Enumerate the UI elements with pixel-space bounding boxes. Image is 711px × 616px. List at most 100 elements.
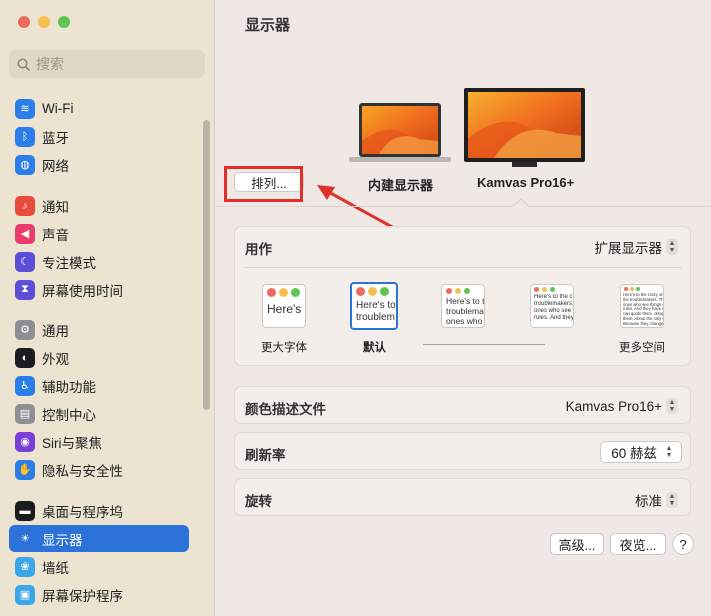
sidebar-item-label: 蓝牙 [42,130,69,146]
appearance-icon: ◐ [15,347,35,368]
use-as-card: 用作 扩展显示器 ▲ ▼ Here's 更大字体 Here's to troubl… [234,226,691,366]
dock-icon: ▬ [15,500,35,521]
sidebar-item-control-center[interactable]: ▤ 控制中心 [9,400,189,427]
sidebar-item-dock[interactable]: ▬ 桌面与程序坞 [9,497,189,524]
resolution-preview-text: Here's to the c troublemakers. ones who … [534,294,573,321]
sidebar-item-bluetooth[interactable]: ᛒ 蓝牙 [9,123,189,150]
sidebar-item-siri[interactable]: ◉ Siri与聚焦 [9,428,189,455]
sidebar-item-label: Wi-Fi [42,101,74,116]
sidebar-item-appearance[interactable]: ◐ 外观 [9,344,189,371]
search-icon [17,58,30,71]
bell-icon: ♪ [15,195,35,216]
sidebar-item-sun[interactable]: ☀ 显示器 [9,525,189,552]
resolution-option-3[interactable]: Here's to t troublemak ones who [441,284,485,328]
sidebar-item-globe[interactable]: ◍ 网络 [9,151,189,178]
main-panel: 显示器 内建显示器 Kamvas Pro16+ 排列... 用作 扩展显示器 ▲… [216,0,711,616]
external-display-label: Kamvas Pro16+ [477,175,575,190]
speaker-icon: ◀ [15,223,35,244]
resolution-track [423,344,545,345]
chevron-updown-icon: ▲ ▼ [666,492,678,508]
accessibility-icon: ♿ [15,375,35,396]
color-profile-popup[interactable]: Kamvas Pro16+ ▲ ▼ [566,398,678,414]
section-divider [216,206,711,207]
advanced-button[interactable]: 高级... [550,533,604,555]
chevron-updown-icon: ▲ ▼ [666,398,678,414]
help-button[interactable]: ? [672,533,694,555]
search-input[interactable]: 搜索 [9,50,205,78]
selected-display-pointer [512,198,530,208]
resolution-option-larger-text[interactable]: Here's [262,284,306,328]
sidebar-scrollbar[interactable] [203,120,210,410]
sidebar-item-label: 屏幕使用时间 [42,283,123,299]
hand-icon: ✋ [15,459,35,480]
chevron-updown-icon: ▲ ▼ [666,239,678,255]
color-profile-row: 颜色描述文件 Kamvas Pro16+ ▲ ▼ [234,386,691,424]
annotation-highlight-box [224,166,303,202]
screensaver-icon: ▣ [15,584,35,605]
sidebar-item-hourglass[interactable]: ⧗ 屏幕使用时间 [9,276,189,303]
sidebar-item-speaker[interactable]: ◀ 声音 [9,220,189,247]
rotation-label: 旋转 [245,494,272,509]
sidebar-item-label: 屏幕保护程序 [42,588,123,604]
globe-icon: ◍ [15,154,35,175]
resolution-option-more-space[interactable]: Here's to the crazy ones the troublemake… [620,284,664,328]
sidebar-item-label: 桌面与程序坞 [42,504,123,520]
sidebar-item-label: 专注模式 [42,255,96,271]
hourglass-icon: ⧗ [15,279,35,300]
sun-icon: ☀ [20,533,30,545]
card-inner-divider [243,267,682,268]
resolution-label-more-space: 更多空间 [619,342,665,354]
moon-icon: ☾ [15,251,35,272]
resolution-preview-text: Here's [267,303,302,316]
color-profile-label: 颜色描述文件 [245,402,326,417]
refresh-rate-popup[interactable]: 60 赫兹 ▲ ▼ [600,441,682,463]
zoom-window-button[interactable] [58,16,70,28]
refresh-rate-row: 刷新率 60 赫兹 ▲ ▼ [234,432,691,470]
resolution-option-default[interactable]: Here's to troublem [350,282,398,330]
use-as-label: 用作 [245,242,272,257]
sidebar-item-hand[interactable]: ✋ 隐私与安全性 [9,456,189,483]
resolution-option-4[interactable]: Here's to the c troublemakers. ones who … [530,284,574,328]
sidebar-item-screensaver[interactable]: ▣ 屏幕保护程序 [9,581,189,608]
night-shift-button[interactable]: 夜览... [610,533,666,555]
wallpaper-icon: ❀ [15,556,35,577]
resolution-label-larger-text: 更大字体 [261,342,307,354]
sidebar-item-moon[interactable]: ☾ 专注模式 [9,248,189,275]
resolution-label-default: 默认 [363,342,386,354]
resolution-preview-text: Here's to t troublemak ones who [446,297,484,326]
external-display-thumbnail[interactable] [464,88,585,168]
builtin-display-thumbnail[interactable] [349,101,451,165]
close-window-button[interactable] [18,16,30,28]
resolution-preview-text: Here's to troublem [356,300,396,323]
sidebar-item-label: 外观 [42,351,69,367]
sidebar-item-wallpaper[interactable]: ❀ 墙纸 [9,553,189,580]
sidebar-item-label: 声音 [42,227,69,243]
sidebar-item-label: 通知 [42,199,69,215]
sidebar-item-accessibility[interactable]: ♿ 辅助功能 [9,372,189,399]
sidebar-item-label: 显示器 [42,532,83,548]
color-profile-value: Kamvas Pro16+ [565,398,662,414]
sidebar-item-gear[interactable]: ⚙ 通用 [9,316,189,343]
chevron-updown-icon: ▲ ▼ [665,445,673,459]
display-arrangement: 内建显示器 Kamvas Pro16+ 排列... [216,40,711,246]
search-placeholder: 搜索 [36,56,64,72]
bluetooth-icon: ᛒ [15,126,35,147]
sidebar-item-wifi[interactable]: ≋ Wi-Fi [9,95,189,122]
use-as-popup[interactable]: 扩展显示器 ▲ ▼ [595,237,678,257]
control-center-icon: ▤ [15,403,35,424]
sidebar-item-label: 控制中心 [42,407,96,423]
sidebar-item-label: 辅助功能 [42,379,96,395]
rotation-popup[interactable]: 标准 ▲ ▼ [635,490,678,510]
wifi-icon: ≋ [15,98,35,119]
window-controls [18,16,70,28]
sidebar-item-label: 网络 [42,158,69,174]
sidebar-item-label: 隐私与安全性 [42,463,123,479]
minimize-window-button[interactable] [38,16,50,28]
sidebar-item-label: 通用 [42,323,69,339]
siri-icon: ◉ [15,431,35,452]
sidebar: 搜索 ≋ Wi-Fi ᛒ 蓝牙 ◍ 网络 ♪ 通知 ◀ 声音 ☾ 专注模式 ⧗ 屏幕使用时间 ⚙ 通用 ◐ 外观 ♿… [0,0,215,616]
rotation-row: 旋转 标准 ▲ ▼ [234,478,691,516]
sidebar-item-label: Siri与聚焦 [42,435,102,451]
sidebar-item-bell[interactable]: ♪ 通知 [9,192,189,219]
gear-icon: ⚙ [15,319,35,340]
